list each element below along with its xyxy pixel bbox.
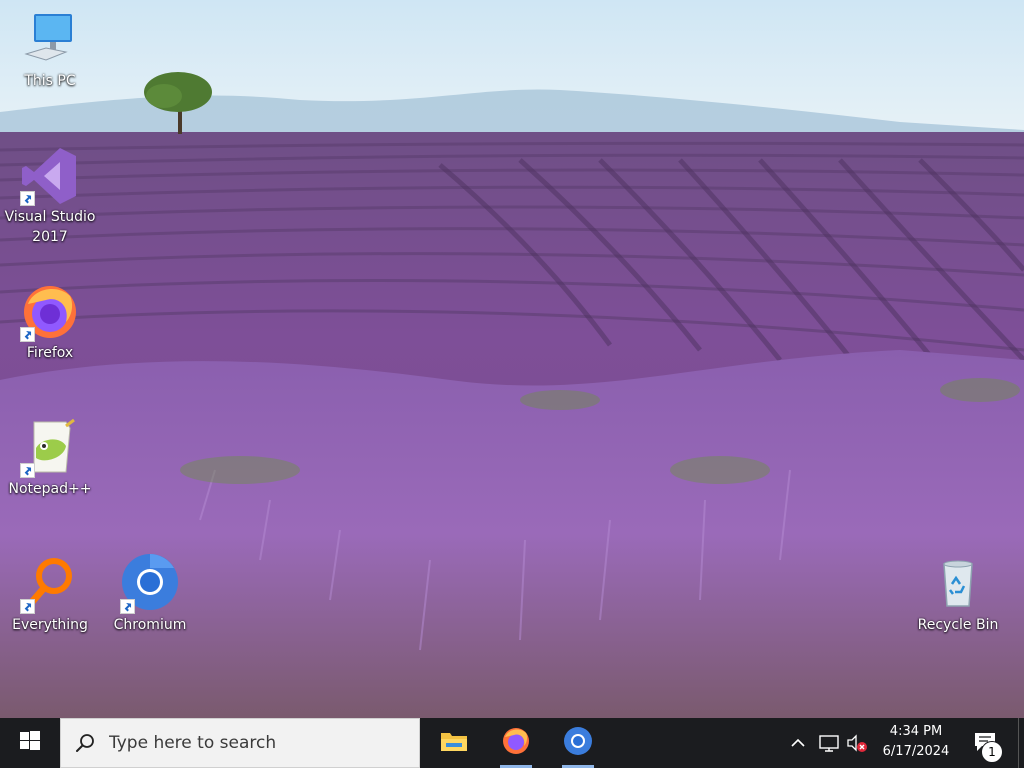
desktop-icon-this-pc[interactable]: This PC <box>4 10 96 91</box>
clock-time: 4:34 PM <box>889 724 943 739</box>
desktop-icon-label: Everything <box>12 617 88 633</box>
desktop-icon-label: Notepad++ <box>8 481 92 497</box>
desktop-icon-recycle-bin[interactable]: Recycle Bin <box>912 554 1004 635</box>
shortcut-arrow-icon <box>20 327 35 342</box>
shortcut-arrow-icon <box>20 599 35 614</box>
volume-muted-icon[interactable] <box>846 733 867 753</box>
shortcut-arrow-icon <box>20 191 35 206</box>
computer-icon <box>20 10 80 70</box>
visual-studio-icon <box>20 146 80 206</box>
clock-date: 6/17/2024 <box>882 744 950 759</box>
desktop-icon-notepad-plus-plus[interactable]: Notepad++ <box>4 418 96 499</box>
chromium-icon <box>120 554 180 614</box>
desktop-icon-everything[interactable]: Everything <box>4 554 96 635</box>
desktop-icon-label: Recycle Bin <box>917 617 999 633</box>
search-input[interactable] <box>109 719 409 767</box>
notepad-plus-plus-icon <box>20 418 80 478</box>
desktop-icon-firefox[interactable]: Firefox <box>4 282 96 363</box>
windows-logo-icon <box>20 731 40 755</box>
shortcut-arrow-icon <box>120 599 135 614</box>
clock[interactable]: 4:34 PM 6/17/2024 <box>868 722 964 764</box>
start-button[interactable] <box>0 718 60 768</box>
everything-search-icon <box>20 554 80 614</box>
desktop-icon-visual-studio[interactable]: Visual Studio 2017 <box>4 146 96 247</box>
firefox-icon <box>502 727 530 759</box>
search-box[interactable] <box>60 718 420 768</box>
taskbar: 4:34 PM 6/17/2024 <box>0 718 1024 768</box>
desktop-icon-label: Visual Studio 2017 <box>4 209 96 245</box>
search-icon <box>75 733 95 757</box>
show-desktop-button[interactable] <box>1018 718 1024 768</box>
notification-count-badge: 1 <box>981 741 1003 763</box>
desktop-icon-label: Firefox <box>26 345 74 361</box>
desktop-icon-label: This PC <box>24 73 76 89</box>
recycle-bin-icon <box>928 554 988 614</box>
desktop-icon-chromium[interactable]: Chromium <box>104 554 196 635</box>
taskbar-app-firefox[interactable] <box>492 718 540 768</box>
network-icon[interactable] <box>818 733 839 753</box>
folder-icon <box>440 729 468 757</box>
desktop-icon-label: Chromium <box>113 617 187 633</box>
chevron-up-icon[interactable] <box>788 733 808 753</box>
taskbar-app-chromium[interactable] <box>554 718 602 768</box>
taskbar-app-file-explorer[interactable] <box>430 718 478 768</box>
firefox-icon <box>20 282 80 342</box>
chromium-icon <box>563 726 593 760</box>
shortcut-arrow-icon <box>20 463 35 478</box>
